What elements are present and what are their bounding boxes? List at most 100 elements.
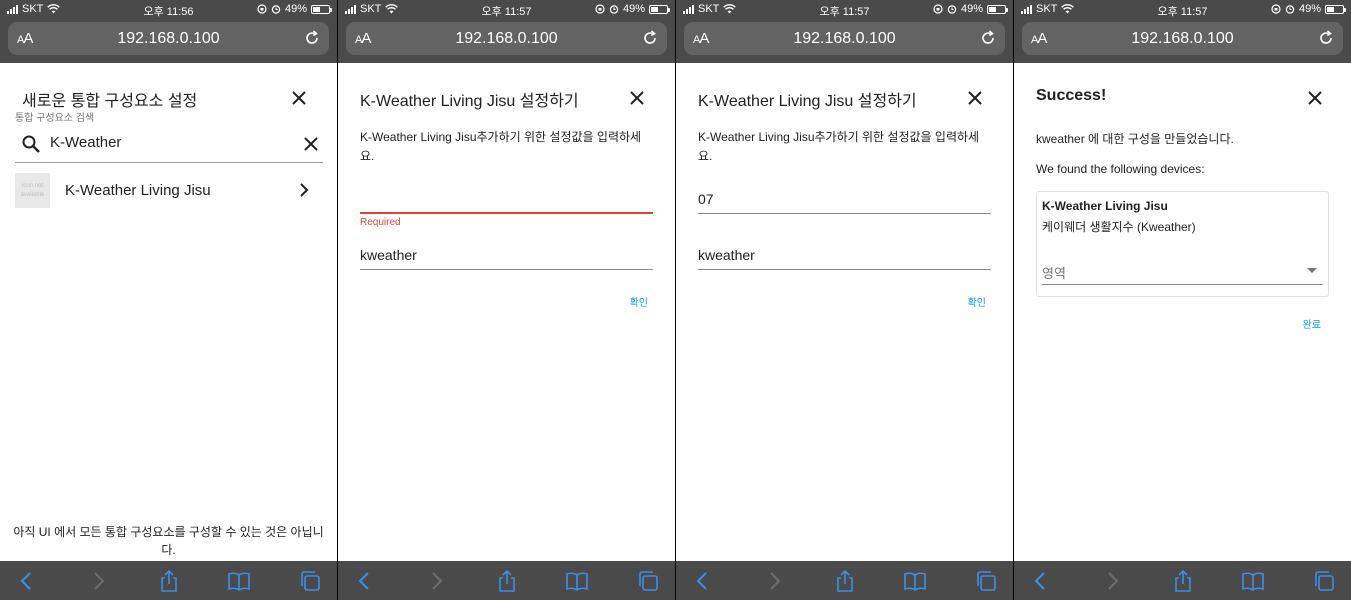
alarm-icon bbox=[947, 5, 957, 14]
address-bar[interactable]: AA 192.168.0.100 bbox=[684, 22, 1005, 55]
close-icon[interactable] bbox=[289, 88, 309, 108]
dialog-title: Success! bbox=[1036, 87, 1107, 104]
share-icon[interactable] bbox=[1172, 570, 1194, 592]
forward-icon[interactable] bbox=[763, 570, 785, 592]
submit-button[interactable]: 확인 bbox=[968, 294, 986, 309]
station-field[interactable] bbox=[360, 184, 653, 214]
submit-button[interactable]: 확인 bbox=[630, 294, 648, 309]
rotation-lock-icon bbox=[933, 4, 943, 14]
address-bar[interactable]: AA 192.168.0.100 bbox=[346, 22, 667, 55]
battery-percent: 49% bbox=[284, 3, 307, 15]
bookmarks-icon[interactable] bbox=[228, 570, 250, 592]
browser-toolbar bbox=[338, 561, 675, 600]
status-bar: SKT 오후 11:57 49% bbox=[338, 0, 675, 18]
tabs-icon[interactable] bbox=[299, 570, 321, 592]
status-bar: SKT 오후 11:57 49% bbox=[1014, 0, 1351, 18]
browser-chrome: SKT 오후 11:57 49% AA 192.168.0.100 bbox=[676, 0, 1013, 63]
url-text[interactable]: 192.168.0.100 bbox=[684, 30, 1005, 48]
device-model: 케이웨더 생활지수 (Kweather) bbox=[1042, 220, 1196, 234]
battery-percent: 49% bbox=[960, 3, 983, 15]
address-bar[interactable]: AA 192.168.0.100 bbox=[8, 22, 329, 55]
rotation-lock-icon bbox=[595, 4, 605, 14]
battery-icon bbox=[987, 4, 1008, 14]
alarm-icon bbox=[609, 5, 619, 14]
footer-note: 아직 UI 에서 모든 통합 구성요소를 구성할 수 있는 것은 아닙니다. bbox=[13, 525, 324, 557]
url-text[interactable]: 192.168.0.100 bbox=[346, 30, 667, 48]
back-icon[interactable] bbox=[354, 570, 376, 592]
dialog-title: 새로운 통합 구성요소 설정 bbox=[22, 93, 198, 110]
screen-config-empty: SKT 오후 11:57 49% AA 192.168.0.100 K-Weat… bbox=[338, 0, 675, 600]
tabs-icon[interactable] bbox=[1313, 570, 1335, 592]
tabs-icon[interactable] bbox=[975, 570, 997, 592]
screen-config-filled: SKT 오후 11:57 49% AA 192.168.0.100 K-Weat… bbox=[676, 0, 1013, 600]
alarm-icon bbox=[1285, 5, 1295, 14]
bookmarks-icon[interactable] bbox=[1242, 570, 1264, 592]
reload-icon[interactable] bbox=[979, 29, 997, 47]
search-value[interactable]: K-Weather bbox=[50, 134, 121, 151]
screen-search-integration: SKT 오후 11:56 49% AA 192.168.0.100 새로운 통합… bbox=[0, 0, 337, 600]
battery-icon bbox=[649, 4, 670, 14]
back-icon[interactable] bbox=[1030, 570, 1052, 592]
name-field[interactable]: kweather bbox=[360, 240, 653, 270]
back-icon[interactable] bbox=[692, 570, 714, 592]
reload-icon[interactable] bbox=[303, 29, 321, 47]
forward-icon[interactable] bbox=[87, 570, 109, 592]
dialog-title: K-Weather Living Jisu 설정하기 bbox=[360, 93, 579, 110]
reload-icon[interactable] bbox=[641, 29, 659, 47]
finish-button[interactable]: 완료 bbox=[1303, 316, 1321, 331]
browser-toolbar bbox=[676, 561, 1013, 600]
battery-percent: 49% bbox=[1298, 3, 1321, 15]
close-icon[interactable] bbox=[965, 88, 985, 108]
battery-icon bbox=[1325, 4, 1346, 14]
search-input[interactable]: K-Weather bbox=[15, 129, 323, 163]
bookmarks-icon[interactable] bbox=[904, 570, 926, 592]
found-devices-text: We found the following devices: bbox=[1036, 162, 1205, 176]
screen-success: SKT 오후 11:57 49% AA 192.168.0.100 Succes… bbox=[1014, 0, 1351, 600]
close-icon[interactable] bbox=[1305, 88, 1325, 108]
browser-toolbar bbox=[0, 561, 337, 600]
success-message: kweather 에 대한 구성을 만들었습니다. bbox=[1036, 132, 1234, 146]
forward-icon[interactable] bbox=[425, 570, 447, 592]
share-icon[interactable] bbox=[496, 570, 518, 592]
rotation-lock-icon bbox=[1271, 4, 1281, 14]
chevron-right-icon bbox=[300, 183, 309, 197]
search-icon bbox=[22, 135, 40, 153]
name-field[interactable]: kweather bbox=[698, 240, 991, 270]
dialog-description: K-Weather Living Jisu추가하기 위한 설정값을 입력하세요. bbox=[360, 130, 642, 163]
integration-label: K-Weather Living Jisu bbox=[65, 182, 211, 199]
share-icon[interactable] bbox=[834, 570, 856, 592]
share-icon[interactable] bbox=[158, 570, 180, 592]
status-bar: SKT 오후 11:57 49% bbox=[676, 0, 1013, 18]
status-bar: SKT 오후 11:56 49% bbox=[0, 0, 337, 18]
reload-icon[interactable] bbox=[1317, 29, 1335, 47]
dialog-title: K-Weather Living Jisu 설정하기 bbox=[698, 93, 917, 110]
search-label: 통합 구성요소 검색 bbox=[15, 113, 95, 124]
device-card: K-Weather Living Jisu 케이웨더 생활지수 (Kweathe… bbox=[1036, 191, 1329, 297]
area-placeholder: 영역 bbox=[1042, 266, 1066, 281]
device-name: K-Weather Living Jisu bbox=[1042, 199, 1168, 213]
list-item[interactable]: icon not available K-Weather Living Jisu bbox=[15, 172, 323, 210]
back-icon[interactable] bbox=[16, 570, 38, 592]
bookmarks-icon[interactable] bbox=[566, 570, 588, 592]
alarm-icon bbox=[271, 5, 281, 14]
battery-percent: 49% bbox=[622, 3, 645, 15]
integration-placeholder-icon: icon not available bbox=[15, 173, 50, 208]
area-select[interactable]: 영역 bbox=[1042, 256, 1323, 285]
tabs-icon[interactable] bbox=[637, 570, 659, 592]
field-error-text: Required bbox=[360, 217, 401, 228]
close-icon[interactable] bbox=[627, 88, 647, 108]
dropdown-arrow-icon bbox=[1307, 268, 1317, 273]
address-bar[interactable]: AA 192.168.0.100 bbox=[1022, 22, 1343, 55]
dialog-description: K-Weather Living Jisu추가하기 위한 설정값을 입력하세요. bbox=[698, 130, 980, 163]
browser-chrome: SKT 오후 11:57 49% AA 192.168.0.100 bbox=[1014, 0, 1351, 63]
clear-icon[interactable] bbox=[301, 134, 321, 154]
url-text[interactable]: 192.168.0.100 bbox=[8, 30, 329, 48]
browser-toolbar bbox=[1014, 561, 1351, 600]
url-text[interactable]: 192.168.0.100 bbox=[1022, 30, 1343, 48]
rotation-lock-icon bbox=[257, 4, 267, 14]
browser-chrome: SKT 오후 11:57 49% AA 192.168.0.100 bbox=[338, 0, 675, 63]
forward-icon[interactable] bbox=[1101, 570, 1123, 592]
station-field[interactable]: 07 bbox=[698, 184, 991, 214]
browser-chrome: SKT 오후 11:56 49% AA 192.168.0.100 bbox=[0, 0, 337, 63]
battery-icon bbox=[311, 4, 332, 14]
